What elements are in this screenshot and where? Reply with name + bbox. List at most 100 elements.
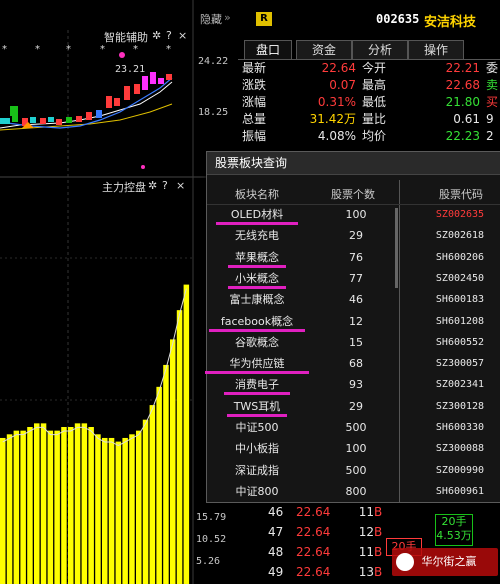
volume-bar: [108, 437, 115, 584]
stock-code-cell: SH600206: [435, 251, 485, 263]
scrollbar[interactable]: [395, 208, 398, 288]
highlight-underline: [205, 371, 309, 375]
volume-bar: [54, 430, 60, 584]
sector-row[interactable]: 小米概念 77 SZ002450: [207, 271, 500, 292]
quote-label: 今开: [362, 61, 387, 75]
volume-bar: [88, 426, 94, 584]
stock-code: 002635: [376, 12, 420, 26]
sector-name: 华为供应链: [229, 357, 285, 371]
volume-bar: [0, 437, 6, 584]
hide-button[interactable]: 隐藏: [200, 11, 222, 27]
quote-value: 4.08%: [317, 129, 356, 143]
sector-row[interactable]: 消费电子 93 SZ002341: [207, 377, 500, 398]
trade-volume: 11: [358, 505, 374, 519]
sector-row[interactable]: 富士康概念 46 SH600183: [207, 292, 500, 313]
volume-bar: [156, 386, 162, 584]
kline-chart[interactable]: * * * * * *: [0, 0, 238, 584]
sector-row[interactable]: facebook概念 12 SH601208: [207, 314, 500, 335]
svg-text:*: *: [100, 44, 105, 55]
magenta-dot-2: [141, 165, 145, 169]
candle: [114, 98, 120, 106]
trade-time: 47: [268, 525, 284, 539]
sector-name: 中证800: [235, 484, 279, 498]
stock-code-cell: SZ002341: [435, 379, 485, 391]
trade-time: 48: [268, 545, 284, 559]
sector-row[interactable]: 中证500 500 SH600330: [207, 420, 500, 441]
sector-row[interactable]: 华为供应链 68 SZ300057: [205, 356, 500, 377]
sector-name: 中小板指: [235, 442, 279, 456]
sector-row[interactable]: 无线充电 29 SZ002618: [207, 228, 500, 249]
svg-text:*: *: [133, 44, 138, 55]
volume-bar: [34, 423, 40, 584]
trade-time: 46: [268, 505, 284, 519]
cyan-marker: [0, 118, 6, 124]
double-chevron-icon[interactable]: »: [224, 11, 231, 24]
quote-label: 涨跌: [242, 78, 267, 92]
trade-price: 22.64: [296, 565, 331, 579]
highlight-underline: [209, 328, 305, 332]
tab-funds[interactable]: 资金: [296, 40, 352, 60]
stock-code-cell: SZ002635: [435, 209, 485, 220]
svg-text:*: *: [35, 44, 40, 55]
trade-volume: 12: [358, 525, 374, 539]
stock-code-cell: SZ002450: [435, 272, 485, 284]
candle: [134, 84, 140, 94]
sector-row[interactable]: 中证800 800 SH600961: [207, 484, 500, 505]
y-label-bottom-3: 5.26: [196, 556, 221, 567]
tab-operate[interactable]: 操作: [408, 40, 464, 60]
quote-label: 均价: [362, 129, 387, 143]
sector-row[interactable]: 深证成指 500 SZ000990: [207, 463, 500, 484]
highlight-underline: [224, 392, 290, 396]
volume-bar: [81, 423, 88, 584]
quote-value: 22.21: [445, 61, 480, 75]
sector-row[interactable]: 苹果概念 76 SH600206: [207, 250, 500, 271]
volume-bar: [176, 310, 183, 584]
volume-bar: [129, 434, 135, 584]
candle: [142, 76, 148, 90]
sector-count: 500: [345, 463, 367, 477]
close-icon[interactable]: ×: [178, 29, 187, 42]
tab-analysis[interactable]: 分析: [352, 40, 408, 60]
help-icon[interactable]: ?: [162, 179, 168, 192]
sector-row[interactable]: OLED材料 100 SZ002635: [207, 207, 500, 228]
volume-bar: [142, 419, 149, 584]
volume-bar: [115, 441, 122, 584]
gear-icon[interactable]: ✲: [152, 29, 161, 42]
dialog-title[interactable]: 股票板块查询: [207, 152, 500, 175]
logo-icon: [396, 553, 414, 571]
sector-row[interactable]: 谷歌概念 15 SH600552: [207, 335, 500, 356]
candle: [158, 78, 164, 84]
volume-bar: [183, 284, 190, 584]
highlight-underline: [227, 413, 287, 417]
svg-text:*: *: [2, 44, 7, 55]
sector-row[interactable]: TWS耳机 29 SZ300128: [207, 399, 500, 420]
candle: [150, 72, 156, 84]
trade-price: 22.64: [296, 505, 331, 519]
sector-count: 800: [345, 484, 367, 498]
sector-count: 100: [345, 208, 367, 221]
header-stock-code[interactable]: 股票代码: [439, 186, 483, 202]
gear-icon[interactable]: ✲: [148, 179, 157, 192]
quote-extra: 委: [486, 61, 499, 75]
sector-query-dialog[interactable]: 股票板块查询 板块名称 股票个数 股票代码 OLED材料 100 SZ002635 无…: [205, 151, 500, 505]
help-icon[interactable]: ?: [166, 29, 172, 42]
sector-count: 68: [349, 357, 363, 371]
tab-pankou[interactable]: 盘口: [244, 40, 292, 60]
quote-label: 涨幅: [242, 95, 267, 109]
trade-price: 22.64: [296, 545, 331, 559]
volume-bar: [47, 430, 54, 584]
header-sector-name[interactable]: 板块名称: [235, 186, 279, 202]
stock-code-cell: SZ300128: [435, 400, 485, 412]
header-stock-count[interactable]: 股票个数: [331, 186, 375, 202]
sector-row[interactable]: 中小板指 100 SZ300088: [207, 441, 500, 462]
margin-badge: R: [256, 12, 272, 26]
buy-marker: [10, 106, 18, 116]
candles: [4, 72, 172, 126]
quote-value: 0.31%: [317, 95, 356, 109]
sector-count: 93: [349, 378, 363, 392]
y-label-bottom-2: 10.52: [196, 534, 227, 545]
close-icon[interactable]: ×: [176, 179, 185, 192]
trade-flag: B: [374, 565, 383, 579]
chart-area: * * * * * * 智能辅助 ✲ ? × 隐藏 » 23.21 24.22 18.2…: [0, 0, 238, 584]
volume-bar: [61, 426, 67, 584]
